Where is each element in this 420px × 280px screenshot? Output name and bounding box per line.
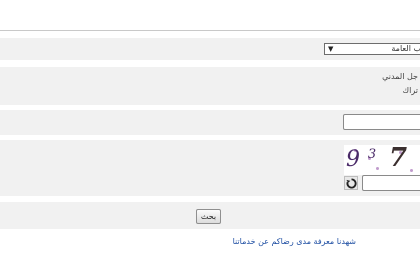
refresh-icon xyxy=(345,177,357,189)
chevron-down-icon: ▼ xyxy=(328,45,334,53)
feedback-link[interactable]: شهدنا معرفة مدى رضاكم عن خدماتنا xyxy=(196,237,356,246)
refresh-captcha-icon[interactable] xyxy=(344,176,358,190)
captcha-digit-2: 3 xyxy=(367,147,377,162)
captcha-input[interactable] xyxy=(362,175,420,191)
subscription-label: تراك xyxy=(402,86,418,95)
category-select-value: ب العامة xyxy=(391,44,420,53)
label-row xyxy=(0,67,420,105)
captcha-digit-1: 9 xyxy=(346,147,360,172)
number-input[interactable] xyxy=(343,114,420,130)
category-select[interactable]: ▼ ب العامة xyxy=(324,43,420,55)
search-button[interactable]: بحث xyxy=(196,209,221,224)
top-divider xyxy=(0,30,420,31)
civil-registry-label: جل المدني xyxy=(382,72,418,81)
captcha-image: 9 3 7 xyxy=(344,145,420,175)
captcha-digit-3: 7 xyxy=(389,145,408,173)
